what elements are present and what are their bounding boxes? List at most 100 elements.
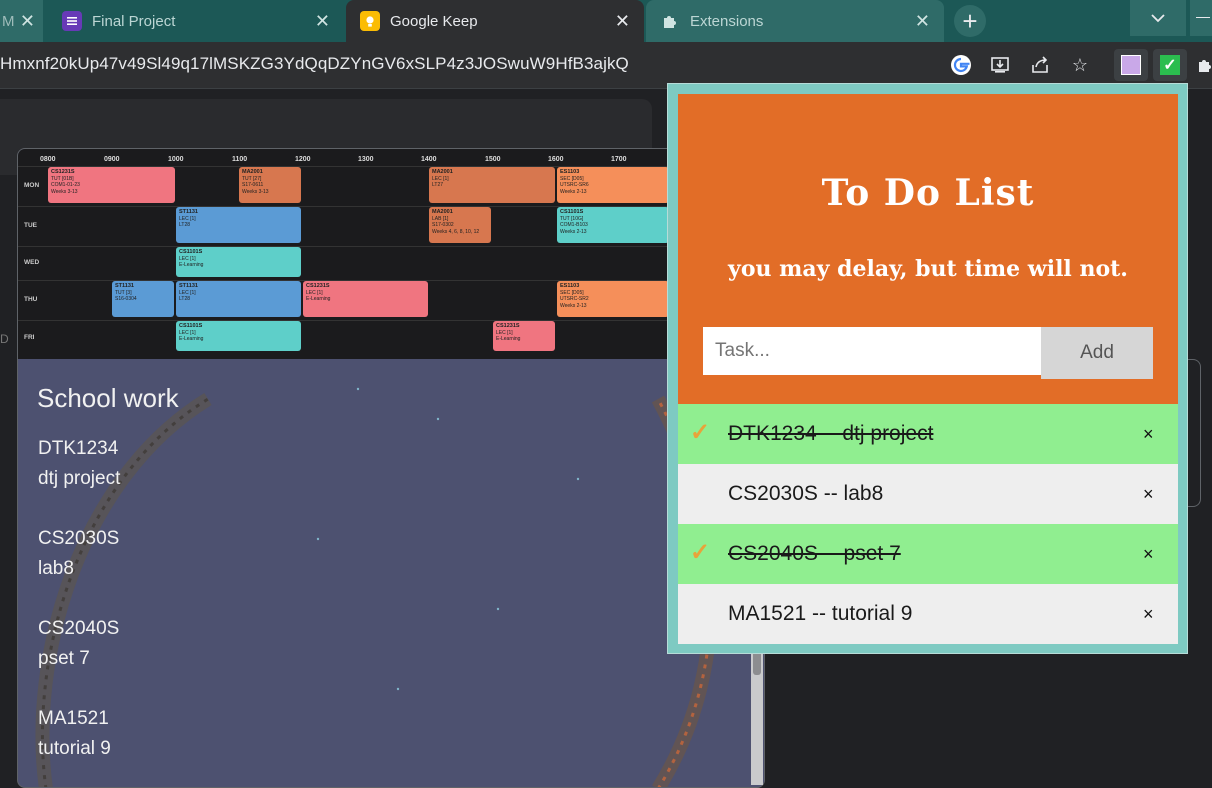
tab-title: Google Keep <box>390 12 478 30</box>
hour-label: 1600 <box>548 156 564 163</box>
remove-todo-button[interactable]: × <box>1143 604 1154 625</box>
hour-label: 0800 <box>40 156 56 163</box>
tab-extensions[interactable]: Extensions ✕ <box>646 0 944 42</box>
tab-partial-title: M <box>2 12 15 30</box>
session-line: S16-0304 <box>115 296 137 302</box>
timetable-session: ES1103 SEC [D05] UTSRC-SR6 Weeks 2-13 <box>557 167 669 203</box>
todo-subtitle: you may delay, but time will not. <box>728 256 1128 282</box>
note-line: tutorial 9 <box>38 738 111 759</box>
timetable-session: ES1103 SEC [D05] UTSRC-SR2 Weeks 2-13 <box>557 281 669 317</box>
session-line: Weeks 2-13 <box>560 302 587 309</box>
todo-item-label: CS2030S -- lab8 <box>728 482 884 505</box>
todo-item-label: CS2040S -- pset 7 <box>728 542 901 565</box>
note-card[interactable]: 0800 0900 1000 1100 1200 1300 1400 1500 … <box>17 148 765 788</box>
note-line: CS2030S <box>38 528 120 549</box>
hour-label: 1500 <box>485 156 501 163</box>
session-line: Weeks 2-13 <box>560 188 587 195</box>
todo-extension-button[interactable]: ✓ <box>1153 49 1187 81</box>
note-line: dtj project <box>38 468 121 489</box>
url-field[interactable]: Hmxnf20kUp47v49Sl49q17lMSKZG3YdQqDZYnGV6… <box>0 54 629 74</box>
close-icon[interactable]: ✕ <box>615 11 630 32</box>
forms-list-icon <box>62 11 82 31</box>
note-background-art <box>35 387 718 787</box>
new-tab-button[interactable]: + <box>954 5 986 37</box>
todo-item[interactable]: ✓ CS2040S -- pset 7 × <box>678 524 1178 584</box>
hour-label: 1300 <box>358 156 374 163</box>
remove-todo-button[interactable]: × <box>1143 544 1154 565</box>
note-line: DTK1234 <box>38 438 119 459</box>
tab-title: Extensions <box>690 12 764 30</box>
share-icon[interactable] <box>1027 52 1053 78</box>
extension-button-1[interactable] <box>1114 49 1148 81</box>
tab-final-project[interactable]: Final Project ✕ <box>46 0 344 42</box>
timetable-row: WED <box>18 246 764 279</box>
timetable-session: CS1231S TUT [01B] COM1-01-23 Weeks 3-13 <box>48 167 175 203</box>
note-line: lab8 <box>38 558 74 579</box>
session-line: Weeks 3-13 <box>51 188 78 195</box>
timetable-session: CS1231S LEC [1] E-Learning <box>303 281 428 317</box>
day-label: FRI <box>24 334 35 341</box>
puzzle-icon <box>660 11 680 31</box>
close-icon[interactable]: ✕ <box>315 11 330 32</box>
session-line: Weeks 4, 6, 8, 10, 12 <box>432 228 480 235</box>
session-line: LT27 <box>432 182 444 188</box>
tab-google-keep[interactable]: Google Keep ✕ <box>346 0 644 42</box>
extensions-puzzle-icon[interactable] <box>1192 52 1212 78</box>
session-line: E-Learning <box>179 262 204 268</box>
hour-label: 0900 <box>104 156 120 163</box>
session-line: E-Learning <box>179 336 204 342</box>
day-label: TUE <box>24 222 37 229</box>
timetable-session: CS1101S LEC [1] E-Learning <box>176 247 301 277</box>
timetable-session: CS1231S LEC [1] E-Learning <box>493 321 555 351</box>
todo-item-label: DTK1234 -- dtj project <box>728 422 934 445</box>
tab-title: Final Project <box>92 12 176 30</box>
todo-item[interactable]: MA1521 -- tutorial 9 × <box>678 584 1178 644</box>
note-line: MA1521 <box>38 708 109 729</box>
checkbox-icon: ✓ <box>1160 55 1180 75</box>
session-line: LT28 <box>179 222 191 228</box>
day-label: MON <box>24 182 40 189</box>
extension-app-icon <box>1121 55 1141 75</box>
remove-todo-button[interactable]: × <box>1143 424 1154 445</box>
popup-edge <box>914 654 1188 656</box>
tab-search-button[interactable] <box>1130 0 1186 36</box>
note-line: pset 7 <box>38 648 90 669</box>
timetable-row: FRI <box>18 320 764 355</box>
timetable-hours: 0800 0900 1000 1100 1200 1300 1400 1500 … <box>18 149 764 165</box>
todo-item[interactable]: ✓ DTK1234 -- dtj project × <box>678 404 1178 464</box>
todo-item-label: MA1521 -- tutorial 9 <box>728 602 913 625</box>
hour-label: 1200 <box>295 156 311 163</box>
note-title: School work <box>37 383 179 413</box>
sidebar-letter: D <box>0 332 9 346</box>
google-lens-icon[interactable] <box>948 52 974 78</box>
keep-bulb-icon <box>360 11 380 31</box>
session-line: E-Learning <box>306 296 331 302</box>
close-icon[interactable]: ✕ <box>20 11 35 32</box>
close-icon[interactable]: ✕ <box>915 11 930 32</box>
address-bar: Hmxnf20kUp47v49Sl49q17lMSKZG3YdQqDZYnGV6… <box>0 42 1212 89</box>
task-input[interactable] <box>703 327 1043 375</box>
hour-label: 1000 <box>168 156 184 163</box>
tab-strip: M ✕ Final Project ✕ Google Keep ✕ Extens… <box>0 0 1212 42</box>
chevron-down-icon <box>1151 13 1165 22</box>
todo-extension-popup: To Do List you may delay, but time will … <box>667 83 1188 656</box>
session-line: Weeks 2-13 <box>560 228 587 235</box>
timetable-session: MA2001 LEC [1] LT27 <box>429 167 555 203</box>
checkmark-icon: ✓ <box>690 419 711 446</box>
bookmark-star-icon[interactable]: ☆ <box>1067 52 1093 78</box>
hour-label: 1700 <box>611 156 627 163</box>
todo-list: ✓ DTK1234 -- dtj project × CS2030S -- la… <box>678 404 1178 644</box>
install-app-icon[interactable] <box>987 52 1013 78</box>
timetable-session: ST1131 LEC [1] LT28 <box>176 207 301 243</box>
add-task-button[interactable]: Add <box>1041 327 1153 379</box>
hour-label: 1400 <box>421 156 437 163</box>
minimize-button[interactable] <box>1190 0 1212 36</box>
remove-todo-button[interactable]: × <box>1143 484 1154 505</box>
timetable-session: CS1101S TUT [10G] COM1-B103 Weeks 2-13 <box>557 207 669 243</box>
tab-partial[interactable]: M ✕ <box>0 0 43 42</box>
todo-title: To Do List <box>821 172 1035 214</box>
todo-item[interactable]: CS2030S -- lab8 × <box>678 464 1178 524</box>
note-body[interactable]: School work DTK1234 dtj project CS2030S … <box>18 359 764 787</box>
session-line: LT28 <box>179 296 191 302</box>
timetable-session: ST1131 TUT [3] S16-0304 <box>112 281 174 317</box>
